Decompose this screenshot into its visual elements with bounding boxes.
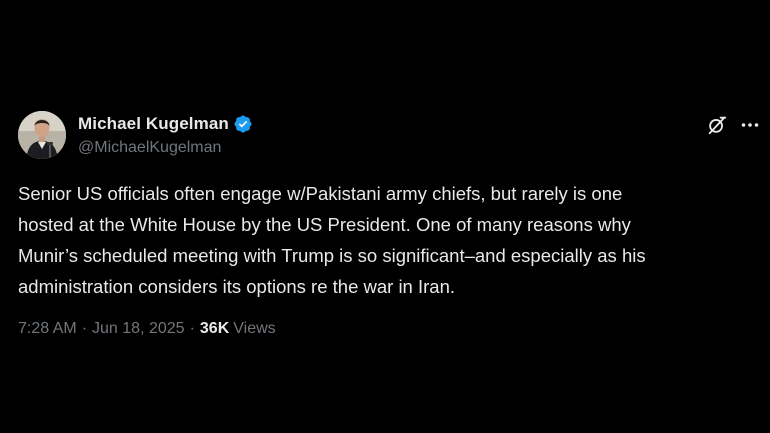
avatar-photo: [18, 111, 66, 159]
author-name-row: Michael Kugelman: [78, 113, 253, 135]
verified-badge-icon[interactable]: [233, 114, 253, 134]
avatar[interactable]: [18, 111, 66, 159]
meta-separator: ·: [189, 320, 195, 337]
author-identity: Michael Kugelman @MichaelKugelman: [78, 113, 253, 157]
tweet-text: Senior US officials often engage w/Pakis…: [18, 183, 646, 297]
more-options-icon[interactable]: [740, 115, 760, 135]
tweet-metadata: 7:28 AM · Jun 18, 2025 · 36K Views: [18, 320, 276, 338]
tweet-header: Michael Kugelman @MichaelKugelman: [18, 108, 760, 162]
author-handle[interactable]: @MichaelKugelman: [78, 139, 253, 157]
grok-icon[interactable]: [706, 114, 728, 136]
tweet-time[interactable]: 7:28 AM: [18, 320, 77, 338]
views-count[interactable]: 36K: [200, 320, 229, 338]
meta-separator: ·: [81, 320, 88, 337]
tweet-card: Michael Kugelman @MichaelKugelman Senior…: [18, 108, 760, 348]
tweet-date[interactable]: Jun 18, 2025: [92, 320, 185, 338]
tweet-actions: [706, 114, 760, 136]
views-label: Views: [233, 320, 276, 337]
author-name[interactable]: Michael Kugelman: [78, 114, 229, 134]
